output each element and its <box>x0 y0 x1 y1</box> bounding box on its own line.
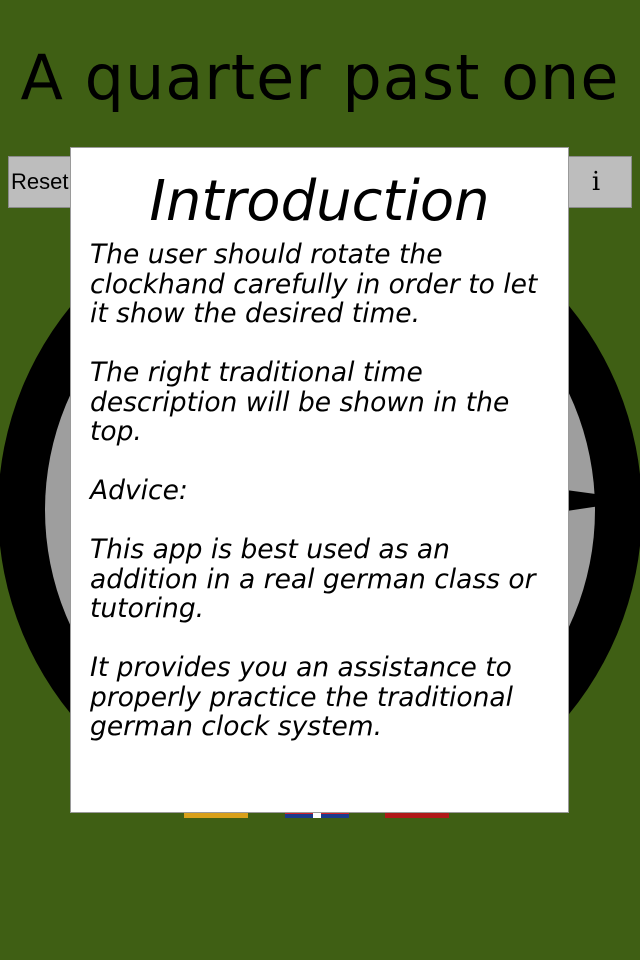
dialog-title: Introduction <box>149 169 490 234</box>
dialog-paragraph: This app is best used as an addition in … <box>90 534 536 624</box>
dialog-paragraph: It provides you an assistance to properl… <box>90 652 513 742</box>
dialog-advice-heading: Advice: <box>90 475 188 506</box>
dialog-paragraph: The right traditional time description w… <box>90 357 510 447</box>
dialog-body: The user should rotate the clockhand car… <box>90 240 560 771</box>
info-button[interactable]: i <box>560 156 632 208</box>
introduction-dialog[interactable]: Introduction The user should rotate the … <box>70 147 569 813</box>
dialog-paragraph: The user should rotate the clockhand car… <box>90 239 538 329</box>
time-description-title: A quarter past one <box>20 41 620 114</box>
